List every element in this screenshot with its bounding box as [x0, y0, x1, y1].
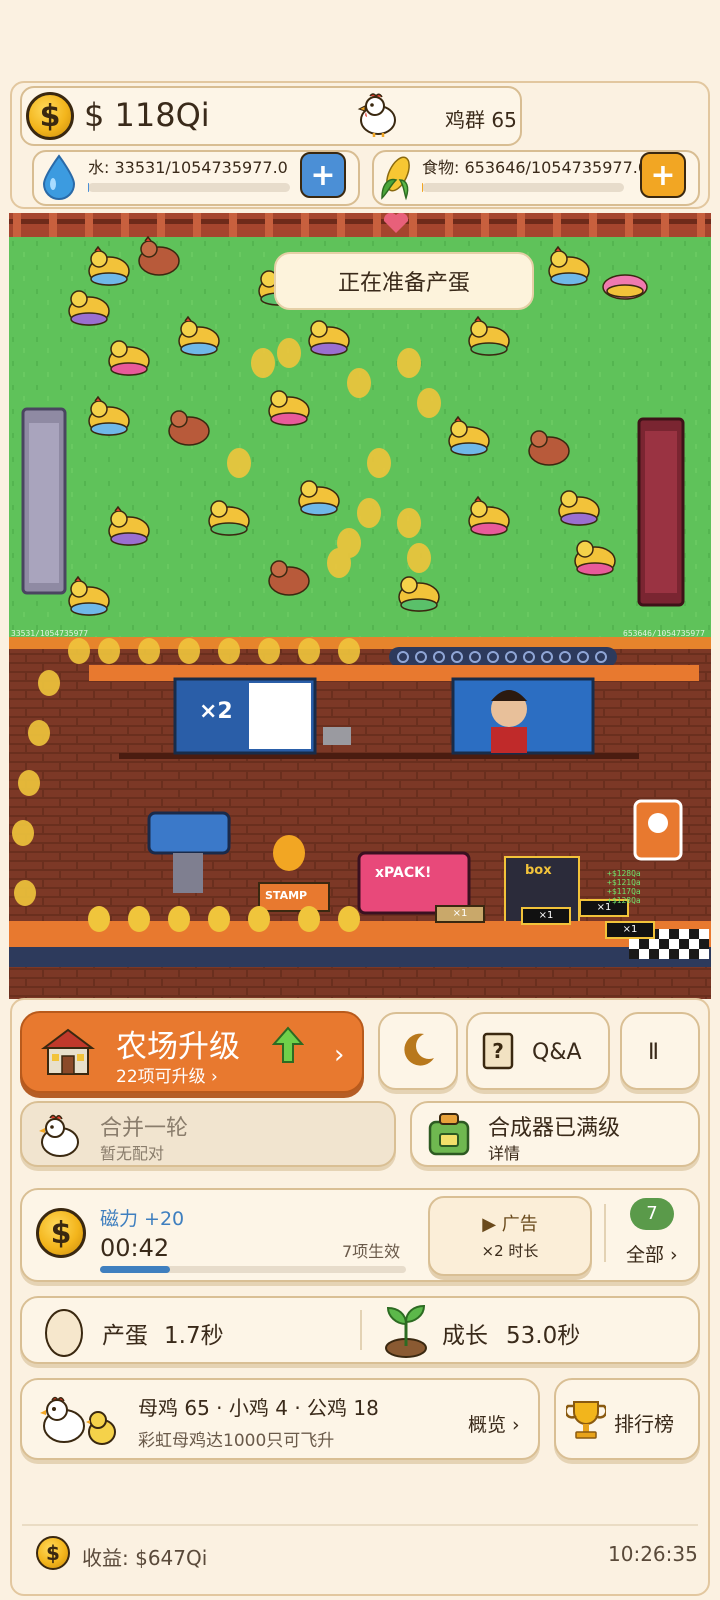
clock-time: 10:26:35 [608, 1542, 698, 1566]
multiplier-box: ×1 [605, 921, 655, 939]
magnet-progress-track [100, 1266, 406, 1273]
food-tank-readout: 653646/1054735977 [623, 629, 705, 638]
watch-ad-button[interactable] [428, 1196, 592, 1276]
floating-value: +$128Qa [607, 896, 641, 905]
add-food-button[interactable]: + [640, 152, 686, 198]
flock-count: 鸡群 65 [445, 108, 517, 132]
synthesizer-title: 合成器已满级 [488, 1116, 621, 1141]
ad-button-sub: ×2 时长 [481, 1242, 539, 1260]
egg-icon [45, 1309, 83, 1357]
trophy-icon [566, 1401, 606, 1439]
egg-rate-value: 1.7秒 [164, 1323, 224, 1349]
floating-value: +$121Qa [607, 878, 641, 887]
divider [604, 1204, 606, 1262]
floating-value: +$128Qa [607, 869, 641, 878]
svg-text:?: ? [492, 1039, 504, 1063]
water-drop-icon [42, 154, 76, 200]
water-tank-readout: 33531/1054735977 [11, 629, 89, 638]
money-amount: $ 118Qi [84, 96, 210, 134]
double-screen-label: ×2 [199, 699, 233, 724]
upgrade-arrow-icon [272, 1026, 304, 1063]
footer-divider [22, 1524, 698, 1526]
effects-badge: 7 [630, 1198, 674, 1230]
multiplier-box: ×1 [521, 907, 571, 925]
corn-icon [381, 156, 410, 201]
multiplier-box: ×1 [435, 905, 485, 923]
earnings-total: 收益: $647Qi [82, 1546, 208, 1570]
growth-time-label: 成长 [442, 1323, 488, 1349]
farm-scene[interactable]: 33531/1054735977 653646/1054735977 ×2 xP… [9, 213, 711, 999]
floating-earnings: +$128Qa +$121Qa +$117Qa +$128Qa [607, 869, 641, 905]
active-effects-count: 7项生效 [342, 1242, 401, 1261]
flock-breakdown: 母鸡 65 · 小鸡 4 · 公鸡 18 [138, 1396, 379, 1420]
qa-label: Q&A [532, 1040, 582, 1065]
divider [360, 1310, 362, 1350]
egg-rate-label: 产蛋 [102, 1323, 148, 1349]
synthesizer-details-link[interactable]: 详情 [488, 1140, 520, 1164]
floating-value: +$117Qa [607, 887, 641, 896]
chevron-right-icon: › [334, 1040, 345, 1070]
pause-button[interactable] [620, 1012, 700, 1090]
sprout-icon [385, 1304, 427, 1358]
stamp-machine-label: STAMP [265, 889, 308, 902]
pack-machine-label: xPACK! [375, 865, 432, 881]
coin-icon: $ [36, 1536, 70, 1570]
add-water-button[interactable]: + [300, 152, 346, 198]
synthesizer-icon [428, 1113, 470, 1156]
moon-icon [404, 1033, 434, 1066]
magnet-timer: 00:42 [100, 1234, 170, 1262]
status-banner: 正在准备产蛋 [274, 252, 534, 310]
box-machine-label: box [525, 863, 552, 878]
ascension-hint: 彩虹母鸡达1000只可飞升 [138, 1431, 335, 1451]
coin-icon: $ [26, 92, 74, 140]
farm-scene-art [9, 213, 711, 999]
farm-upgrade-count: 22项可升级 › [116, 1067, 218, 1087]
chicken-family-icon [40, 1396, 116, 1445]
leaderboard-label: 排行榜 [614, 1412, 674, 1436]
help-book-icon: ? [482, 1032, 514, 1070]
growth-time-value: 53.0秒 [506, 1323, 581, 1349]
food-label: 食物: 653646/1054735977.0 [422, 158, 649, 177]
farm-upgrade-title: 农场升级 [116, 1029, 240, 1065]
all-effects-link[interactable]: 全部 › [626, 1240, 678, 1267]
water-progress-fill [88, 183, 89, 192]
barn-icon [41, 1028, 95, 1075]
hen-icon [357, 93, 396, 137]
hen-icon [39, 1114, 79, 1157]
coin-icon: $ [36, 1208, 86, 1258]
food-progress-fill [422, 183, 423, 192]
pause-icon: II [648, 1040, 659, 1065]
water-label: 水: 33531/1054735977.0 [88, 158, 288, 177]
magnet-progress-fill [100, 1266, 171, 1273]
overview-link[interactable]: 概览 › [468, 1410, 520, 1437]
magnet-title: 磁力 +20 [100, 1208, 185, 1230]
ad-button-title: ▶ 广告 [482, 1214, 538, 1235]
merge-status: 暂无配对 [100, 1144, 165, 1163]
merge-title: 合并一轮 [100, 1116, 189, 1141]
food-progress-track [422, 183, 624, 192]
water-progress-track [88, 183, 290, 192]
